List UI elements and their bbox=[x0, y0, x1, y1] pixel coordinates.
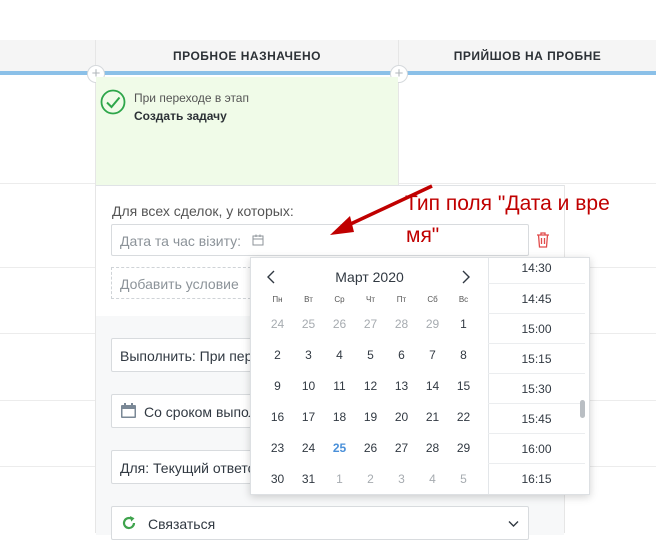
column-header-trial-scheduled: ПРОБНОЕ НАЗНАЧЕНО bbox=[173, 49, 321, 63]
check-circle-icon bbox=[100, 89, 126, 115]
time-option[interactable]: 15:00 bbox=[488, 313, 585, 344]
calendar-day[interactable]: 11 bbox=[324, 371, 355, 402]
calendar-day[interactable]: 28 bbox=[417, 433, 448, 464]
row-divider bbox=[0, 466, 95, 467]
calendar-day[interactable]: 31 bbox=[293, 464, 324, 495]
calendar-day[interactable]: 3 bbox=[386, 464, 417, 495]
time-option[interactable]: 15:30 bbox=[488, 373, 585, 404]
trash-icon[interactable] bbox=[536, 232, 550, 248]
calendar-month-title: Март 2020 bbox=[335, 269, 404, 285]
task-type-value: Связаться bbox=[148, 516, 216, 532]
calendar-day[interactable]: 26 bbox=[355, 433, 386, 464]
calendar-day[interactable]: 3 bbox=[293, 340, 324, 371]
row-divider bbox=[0, 183, 95, 184]
top-band bbox=[0, 0, 656, 40]
calendar-day[interactable]: 27 bbox=[355, 309, 386, 340]
calendar-week: 23 24 25 26 27 28 29 bbox=[262, 433, 479, 464]
row-divider bbox=[399, 183, 656, 184]
calendar-day[interactable]: 6 bbox=[386, 340, 417, 371]
calendar-day[interactable]: 12 bbox=[355, 371, 386, 402]
weekday-label: Ср bbox=[334, 295, 345, 304]
trigger-action-text: Создать задачу bbox=[134, 109, 227, 123]
task-type-select[interactable]: Связаться bbox=[111, 506, 529, 540]
calendar-day-today[interactable]: 25 bbox=[324, 433, 355, 464]
annotation-arrow-icon bbox=[330, 184, 433, 235]
weekday-label: Пн bbox=[272, 295, 283, 304]
time-option[interactable]: 14:30 bbox=[488, 258, 585, 283]
trigger-card[interactable]: При переходе в этап Создать задачу bbox=[96, 77, 398, 185]
time-option[interactable]: 16:15 bbox=[488, 463, 585, 492]
row-divider bbox=[0, 333, 95, 334]
calendar-icon bbox=[121, 403, 136, 418]
add-condition-button[interactable]: Добавить условие bbox=[111, 267, 251, 299]
calendar-week: 9 10 11 12 13 14 15 bbox=[262, 371, 479, 402]
time-list-scrollbar[interactable] bbox=[580, 400, 585, 418]
chevron-right-icon[interactable] bbox=[461, 270, 471, 284]
calendar-day[interactable]: 2 bbox=[355, 464, 386, 495]
calendar-grid: 24 25 26 27 28 29 1 2 3 4 5 6 7 8 9 10 1… bbox=[262, 309, 479, 495]
weekday-label: Сб bbox=[427, 295, 438, 304]
calendar-day[interactable]: 16 bbox=[262, 402, 293, 433]
time-option[interactable]: 15:45 bbox=[488, 403, 585, 434]
calendar-day[interactable]: 2 bbox=[262, 340, 293, 371]
calendar-week: 2 3 4 5 6 7 8 bbox=[262, 340, 479, 371]
calendar-day[interactable]: 28 bbox=[386, 309, 417, 340]
row-divider bbox=[0, 400, 95, 401]
time-option[interactable]: 16:00 bbox=[488, 433, 585, 464]
calendar-day[interactable]: 5 bbox=[448, 464, 479, 495]
add-condition-label: Добавить условие bbox=[120, 276, 239, 292]
calendar-day[interactable]: 29 bbox=[448, 433, 479, 464]
condition-label: Для всех сделок, у которых: bbox=[112, 203, 294, 219]
calendar-day[interactable]: 4 bbox=[417, 464, 448, 495]
calendar-day[interactable]: 29 bbox=[417, 309, 448, 340]
calendar-day[interactable]: 24 bbox=[293, 433, 324, 464]
trigger-event-text: При переходе в этап bbox=[134, 91, 249, 105]
calendar-day[interactable]: 17 bbox=[293, 402, 324, 433]
refresh-icon bbox=[122, 516, 136, 530]
calendar-day[interactable]: 9 bbox=[262, 371, 293, 402]
annotation-line-1: Тип поля "Дата и вре bbox=[405, 192, 610, 215]
calendar-small-icon bbox=[252, 234, 264, 246]
calendar-day[interactable]: 7 bbox=[417, 340, 448, 371]
weekday-label: Пт bbox=[396, 295, 407, 304]
weekday-row: Пн Вт Ср Чт Пт Сб Вс bbox=[262, 295, 479, 304]
calendar-day[interactable]: 30 bbox=[262, 464, 293, 495]
column-header-came-to-trial: ПРИЙШОВ НА ПРОБНЕ bbox=[453, 49, 602, 63]
time-option[interactable]: 15:15 bbox=[488, 343, 585, 374]
calendar-day[interactable]: 20 bbox=[386, 402, 417, 433]
calendar-week: 24 25 26 27 28 29 1 bbox=[262, 309, 479, 340]
calendar-day[interactable]: 1 bbox=[324, 464, 355, 495]
calendar-day[interactable]: 23 bbox=[262, 433, 293, 464]
calendar-day[interactable]: 5 bbox=[355, 340, 386, 371]
calendar-day[interactable]: 8 bbox=[448, 340, 479, 371]
calendar-day[interactable]: 21 bbox=[417, 402, 448, 433]
calendar-day[interactable]: 14 bbox=[417, 371, 448, 402]
calendar-day[interactable]: 19 bbox=[355, 402, 386, 433]
calendar-day[interactable]: 13 bbox=[386, 371, 417, 402]
chevron-down-icon bbox=[508, 521, 519, 527]
calendar-week: 16 17 18 19 20 21 22 bbox=[262, 402, 479, 433]
calendar-week: 30 31 1 2 3 4 5 bbox=[262, 464, 479, 495]
time-option[interactable]: 14:45 bbox=[488, 283, 585, 314]
calendar-day[interactable]: 24 bbox=[262, 309, 293, 340]
calendar-day[interactable]: 22 bbox=[448, 402, 479, 433]
date-time-field-label: Дата та час візиту: bbox=[120, 233, 242, 249]
calendar-day[interactable]: 25 bbox=[293, 309, 324, 340]
weekday-label: Вт bbox=[304, 295, 313, 304]
weekday-label: Вс bbox=[458, 295, 469, 304]
time-list[interactable]: 14:30 14:45 15:00 15:15 15:30 15:45 16:0… bbox=[488, 258, 585, 492]
calendar-day[interactable]: 1 bbox=[448, 309, 479, 340]
calendar-day[interactable]: 18 bbox=[324, 402, 355, 433]
row-divider bbox=[0, 267, 95, 268]
calendar-day[interactable]: 27 bbox=[386, 433, 417, 464]
calendar-day[interactable]: 10 bbox=[293, 371, 324, 402]
calendar-day[interactable]: 4 bbox=[324, 340, 355, 371]
weekday-label: Чт bbox=[366, 295, 375, 304]
calendar-day[interactable]: 26 bbox=[324, 309, 355, 340]
calendar-day[interactable]: 15 bbox=[448, 371, 479, 402]
